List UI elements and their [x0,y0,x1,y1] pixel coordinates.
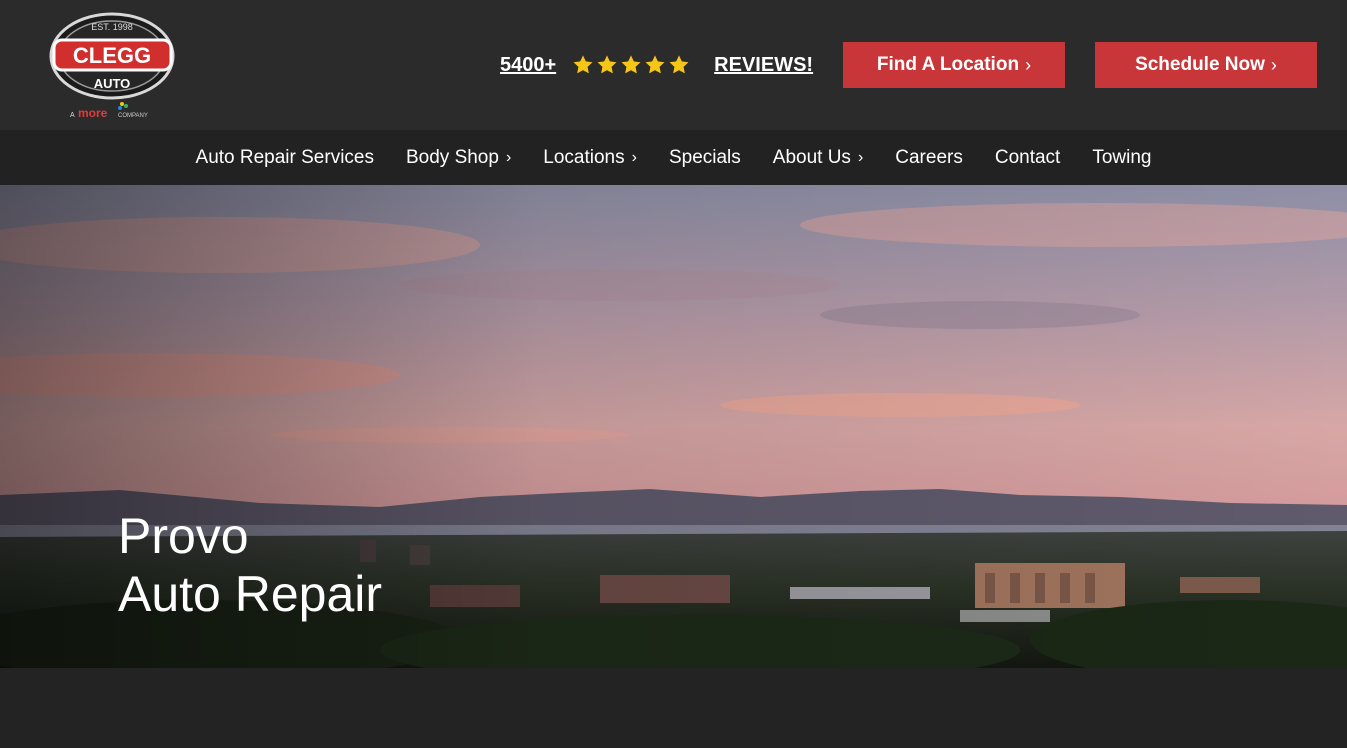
logo-emblem-icon: EST. 1998 CLEGG AUTO A more COMPANY [49,12,175,120]
nav-item-label: Careers [895,146,963,168]
clegg-auto-logo[interactable]: EST. 1998 CLEGG AUTO A more COMPANY [48,10,178,122]
nav-item-body-shop[interactable]: Body Shop › [406,147,511,169]
logo-company-text: COMPANY [118,113,148,119]
page-title-line-2: Auto Repair [118,566,383,622]
below-hero-section [0,668,1347,748]
logo-clegg-text: CLEGG [73,43,151,68]
chevron-right-icon: › [857,148,864,166]
star-icon [645,55,665,74]
review-count-link[interactable]: 5400+ [500,54,556,77]
reviews-badge: 5400+ REVIEWS! [500,50,813,80]
nav-item-label: About Us [772,146,851,168]
find-location-button[interactable]: Find A Location › [843,42,1065,88]
logo-est-text: EST. 1998 [91,22,133,32]
nav-item-auto-repair-services[interactable]: Auto Repair Services [196,147,374,169]
nav-item-towing[interactable]: Towing [1092,147,1151,169]
chevron-right-icon: › [631,148,637,166]
nav-item-label: Contact [994,146,1061,168]
nav-item-specials[interactable]: Specials [669,147,741,169]
star-icon [597,55,617,74]
schedule-now-label: Schedule Now [1135,54,1265,75]
page-title-line-1: Provo [118,508,249,564]
star-icon [669,55,689,74]
logo-tagline-prefix: A [70,112,75,119]
top-header: EST. 1998 CLEGG AUTO A more COMPANY 5400… [0,0,1347,130]
find-location-label: Find A Location [876,54,1020,75]
nav-item-label: Towing [1092,146,1152,168]
nav-item-contact[interactable]: Contact [995,147,1060,169]
chevron-right-icon: › [505,148,512,166]
nav-item-about-us[interactable]: About Us › [773,147,863,169]
page-title: Provo Auto Repair [118,507,382,623]
nav-item-label: Auto Repair Services [195,146,374,168]
nav-item-locations[interactable]: Locations › [543,147,637,169]
chevron-right-icon: › [1270,54,1277,75]
logo-more-text: more [78,106,108,120]
chevron-right-icon: › [1025,54,1032,75]
star-icon [573,55,593,74]
hero-banner: Provo Auto Repair [0,185,1347,668]
star-icon [621,55,641,74]
nav-item-careers[interactable]: Careers [895,147,963,169]
main-nav: Auto Repair Services Body Shop › Locatio… [0,130,1347,185]
nav-item-label: Body Shop [405,146,499,168]
nav-item-label: Locations [543,146,625,168]
logo-auto-text: AUTO [94,76,131,91]
reviews-link[interactable]: REVIEWS! [714,54,813,77]
star-rating [572,54,692,76]
nav-item-label: Specials [668,146,741,168]
schedule-now-button[interactable]: Schedule Now › [1095,42,1317,88]
